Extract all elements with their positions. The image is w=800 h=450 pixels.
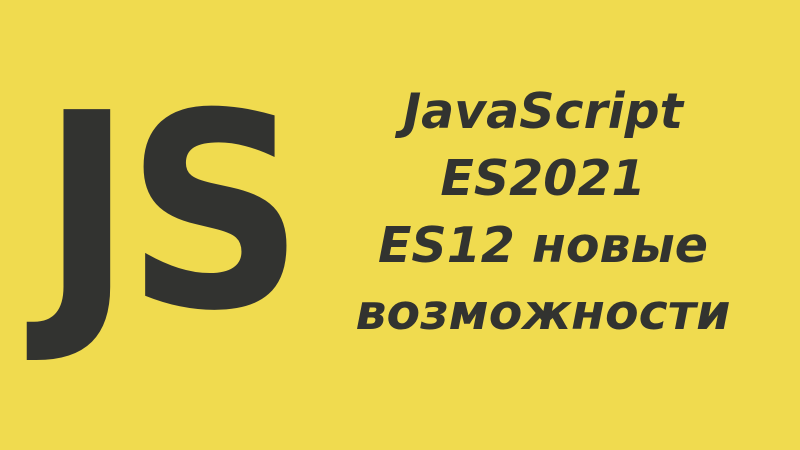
headline: JavaScript ES2021 ES12 новые возможности <box>312 78 774 346</box>
headline-line-2: ES2021 <box>440 150 646 207</box>
headline-line-4: возможности <box>355 284 731 341</box>
headline-line-1: JavaScript <box>402 83 684 140</box>
js-logo-text: JS <box>40 55 305 370</box>
thumbnail-canvas: JS JavaScript ES2021 ES12 новые возможно… <box>0 0 800 450</box>
headline-line-3: ES12 новые <box>377 217 709 274</box>
